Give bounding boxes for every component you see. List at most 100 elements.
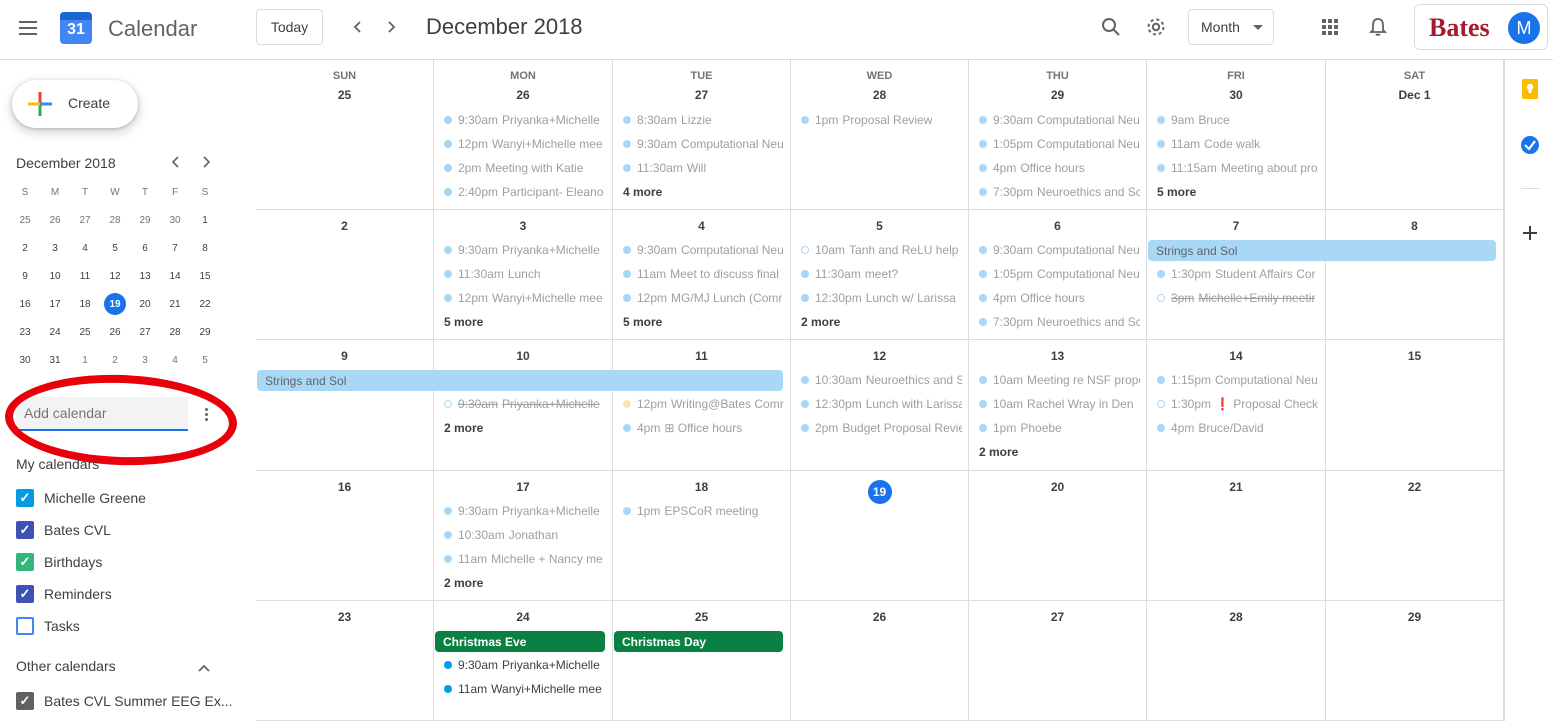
day-number[interactable]: 25 <box>613 610 790 624</box>
day-cell[interactable]: 13 10am Meeting re NSF propo 10am Rachel Wra… <box>969 340 1147 471</box>
mini-day[interactable]: 6 <box>130 234 160 262</box>
calendar-event[interactable]: 2pm Budget Proposal Revie <box>801 418 962 438</box>
checkbox-checked-icon[interactable]: ✓ <box>16 521 34 539</box>
more-events-link[interactable]: 5 more <box>1157 185 1196 199</box>
mini-day[interactable]: 27 <box>70 206 100 234</box>
mini-day[interactable]: 12 <box>100 262 130 290</box>
calendar-event[interactable]: 10am Tanh and ReLU help <box>801 240 962 260</box>
add-calendar-input[interactable] <box>24 405 174 421</box>
calendar-event[interactable]: 4pm Bruce/David <box>1157 418 1319 438</box>
add-addon-plus-icon[interactable] <box>1519 222 1541 244</box>
calendar-logo-icon[interactable]: 31 <box>60 12 92 44</box>
day-cell[interactable]: 19 <box>791 471 969 601</box>
day-number[interactable]: 21 <box>1147 480 1325 494</box>
calendar-event[interactable]: 9am Bruce <box>1157 110 1319 130</box>
day-number[interactable]: 24 <box>434 610 612 624</box>
apps-grid-icon[interactable] <box>1317 14 1343 40</box>
day-cell[interactable]: 26 <box>791 601 969 721</box>
calendar-event[interactable]: 9:30am Priyanka+Michelle <box>444 501 606 521</box>
checkbox-checked-icon[interactable]: ✓ <box>16 692 34 710</box>
more-events-link[interactable]: 2 more <box>979 445 1018 459</box>
calendar-event[interactable]: 11:30am Lunch <box>444 264 606 284</box>
avatar[interactable]: M <box>1508 12 1540 44</box>
calendar-event[interactable]: 1:15pm Computational Neu <box>1157 370 1319 390</box>
mini-day[interactable]: 28 <box>100 206 130 234</box>
calendar-list-item[interactable]: ✓ Reminders <box>16 582 112 606</box>
calendar-event[interactable]: 10:30am Jonathan <box>444 525 606 545</box>
calendar-event[interactable]: 9:30am Priyanka+Michelle <box>444 110 606 130</box>
day-number[interactable]: 13 <box>969 349 1146 363</box>
calendar-event[interactable]: 10am Meeting re NSF propo <box>979 370 1140 390</box>
mini-day[interactable]: 25 <box>10 206 40 234</box>
calendar-list-item[interactable]: ✓ Bates CVL Summer EEG Ex... <box>16 689 233 713</box>
checkbox-checked-icon[interactable]: ✓ <box>16 489 34 507</box>
day-number[interactable]: 6 <box>969 219 1146 233</box>
day-number[interactable]: 18 <box>613 480 790 494</box>
day-number[interactable]: 2 <box>256 219 433 233</box>
day-cell[interactable]: 108amHackman Training9:30amPriyanka+Mich… <box>434 340 613 471</box>
calendar-event[interactable]: 4pm Office hours <box>979 158 1140 178</box>
day-number[interactable]: 11 <box>613 349 790 363</box>
day-cell[interactable]: 8 <box>1326 210 1504 340</box>
calendar-event[interactable]: 1:05pm Computational Neu <box>979 134 1140 154</box>
day-number[interactable]: 30 <box>1147 88 1325 102</box>
day-number[interactable]: 4 <box>613 219 790 233</box>
mini-day-today[interactable]: 19 <box>100 290 130 318</box>
holiday-chip[interactable]: Christmas Eve <box>435 631 605 652</box>
keep-lightbulb-icon[interactable] <box>1519 78 1541 100</box>
view-select-dropdown[interactable]: Month <box>1188 9 1274 45</box>
calendar-event[interactable]: 12:30pm Lunch w/ Larissa <box>801 288 962 308</box>
calendar-event[interactable]: 2pm Meeting with Katie <box>444 158 606 178</box>
day-number[interactable]: 10 <box>434 349 612 363</box>
calendar-list-item[interactable]: ✓ Michelle Greene <box>16 486 146 510</box>
day-number[interactable]: 29 <box>1326 610 1503 624</box>
calendar-event[interactable]: 9:30am Computational Neu <box>623 240 784 260</box>
calendar-event[interactable]: 2:40pm Participant- Eleano <box>444 182 606 202</box>
calendar-event[interactable]: 12:30pm Lunch with Larissa <box>801 394 962 414</box>
more-events-link[interactable]: 5 more <box>623 315 662 329</box>
day-cell[interactable]: 29 <box>1326 601 1504 721</box>
calendar-event[interactable]: 10:30am Neuroethics and S <box>801 370 962 390</box>
day-number[interactable]: 29 <box>969 88 1146 102</box>
mini-day[interactable]: 29 <box>130 206 160 234</box>
calendar-list-item[interactable]: ✓ Bates CVL <box>16 518 111 542</box>
mini-day[interactable]: 23 <box>10 318 40 346</box>
collapse-chevron-up-icon[interactable] <box>196 660 212 676</box>
calendar-event[interactable]: 11am Michelle + Nancy me <box>444 549 606 569</box>
day-number[interactable]: 28 <box>791 88 968 102</box>
calendar-event[interactable]: 1:30pm ❗ Proposal Check <box>1157 394 1319 414</box>
day-cell[interactable]: MON 26 9:30am Priyanka+Michelle 12pm Wanyi+Mi… <box>434 60 613 210</box>
mini-day[interactable]: 4 <box>160 346 190 374</box>
day-cell[interactable]: 18 1pm EPSCoR meeting <box>613 471 791 601</box>
tasks-check-icon[interactable] <box>1519 134 1541 156</box>
day-cell[interactable]: 14 1:15pm Computational Neu 1:30pm ❗ Proposa… <box>1147 340 1326 471</box>
day-number[interactable]: 12 <box>791 349 968 363</box>
mini-day[interactable]: 16 <box>10 290 40 318</box>
checkbox-checked-icon[interactable]: ✓ <box>16 553 34 571</box>
day-cell[interactable]: 17 9:30am Priyanka+Michelle 10:30am Jonathan… <box>434 471 613 601</box>
more-events-link[interactable]: 4 more <box>623 185 662 199</box>
mini-day[interactable]: 21 <box>160 290 190 318</box>
calendar-event[interactable]: 1:05pm Computational Neu <box>979 264 1140 284</box>
calendar-event[interactable]: 7:30pm Neuroethics and Sc <box>979 312 1140 332</box>
calendar-event[interactable]: 12pm Writing@Bates Comr <box>623 394 784 414</box>
calendar-event[interactable]: 1:30pm Student Affairs Cor <box>1157 264 1319 284</box>
mini-day[interactable]: 20 <box>130 290 160 318</box>
calendar-event[interactable]: 1pm Proposal Review <box>801 110 962 130</box>
calendar-event[interactable]: 11am Meet to discuss final <box>623 264 784 284</box>
calendar-list-item[interactable]: ✓ Birthdays <box>16 550 102 574</box>
calendar-event[interactable]: 4pm ⊞ Office hours <box>623 418 784 438</box>
mini-day[interactable]: 4 <box>70 234 100 262</box>
calendar-event[interactable]: 9:30am Computational Neu <box>979 240 1140 260</box>
main-menu-icon[interactable] <box>14 14 42 42</box>
mini-day[interactable]: 7 <box>160 234 190 262</box>
calendar-event[interactable]: 11:15am Meeting about pro <box>1157 158 1319 178</box>
day-cell[interactable]: 7 1:30pm Student Affairs Cor 3pm Michelle+Em… <box>1147 210 1326 340</box>
day-number[interactable]: 27 <box>613 88 790 102</box>
holiday-chip[interactable]: Christmas Day <box>614 631 783 652</box>
day-number[interactable]: 9 <box>256 349 433 363</box>
add-calendar-field[interactable] <box>16 397 188 431</box>
day-cell[interactable]: 23 <box>256 601 434 721</box>
calendar-event[interactable]: 10am Rachel Wray in Den <box>979 394 1140 414</box>
mini-day[interactable]: 2 <box>100 346 130 374</box>
